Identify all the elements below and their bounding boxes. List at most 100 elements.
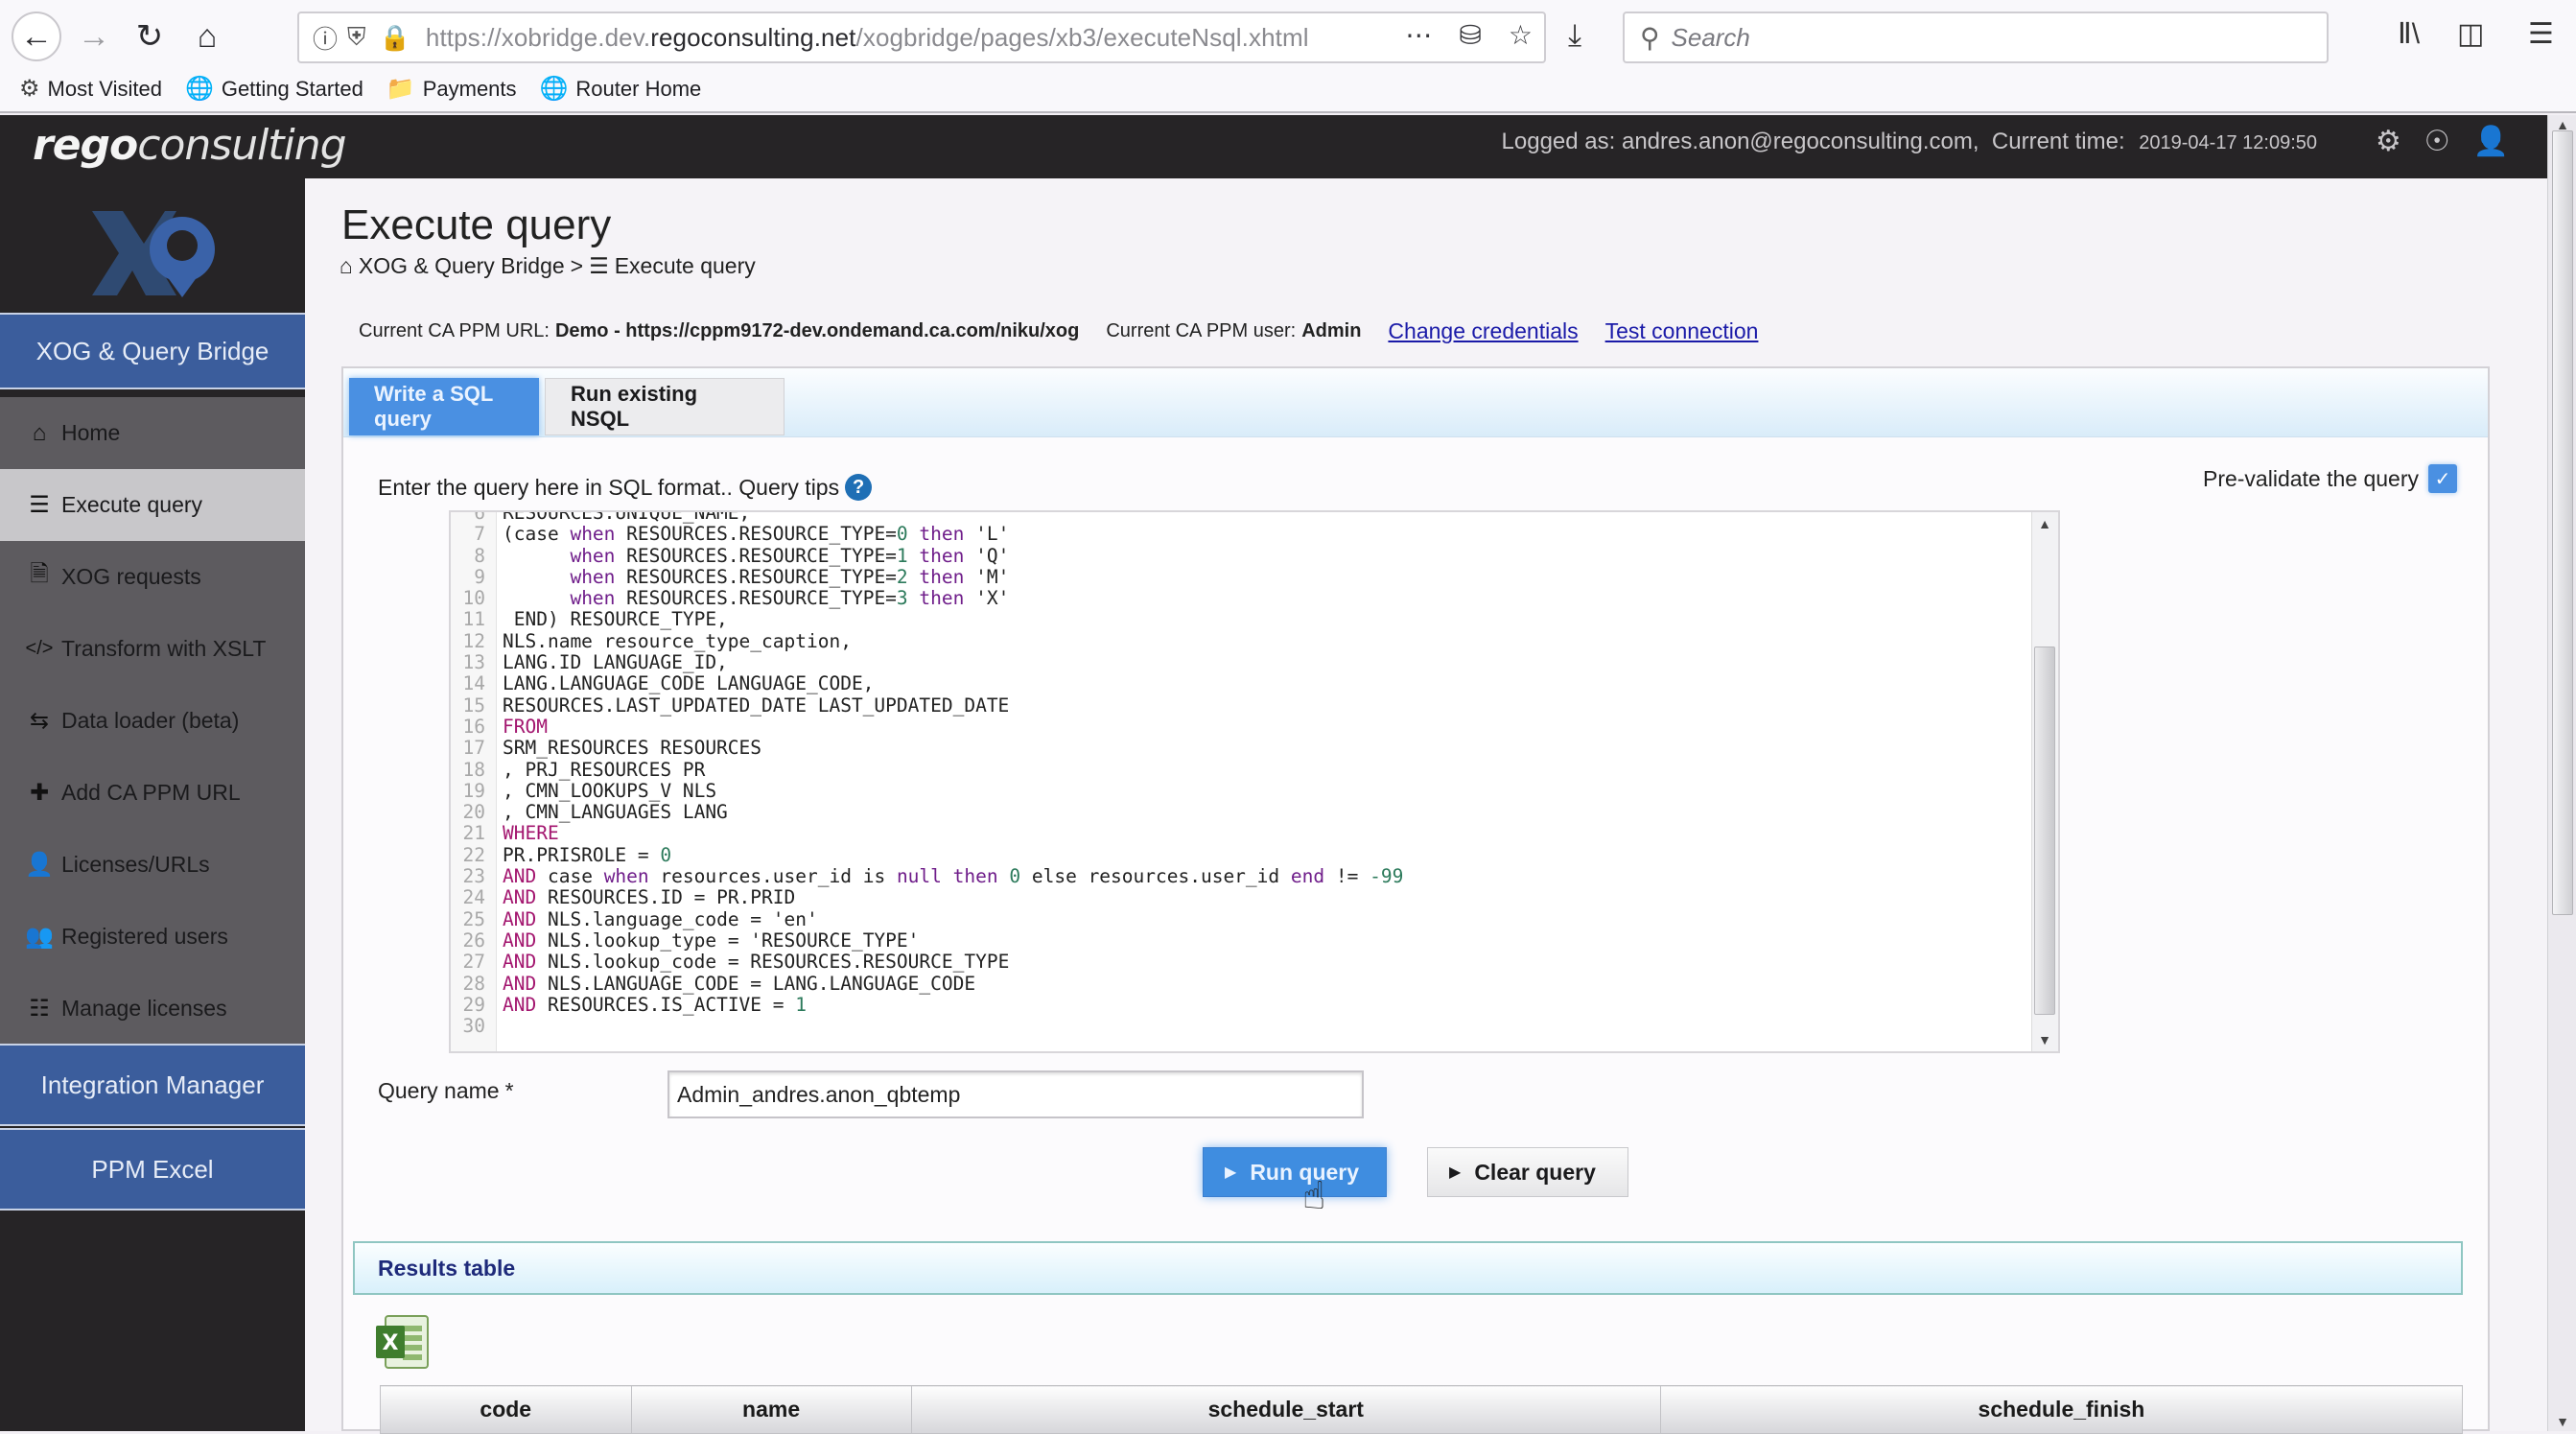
editor-scroll-thumb[interactable] (2034, 646, 2055, 1015)
page-scroll-thumb[interactable] (2552, 130, 2573, 915)
arrow-left-icon: ← (20, 17, 53, 55)
page-scrollbar[interactable]: ▲ ▼ (2547, 115, 2576, 1431)
results-title: Results table (378, 1255, 516, 1281)
sidebar-toggle-icon[interactable]: ◫ (2457, 17, 2484, 51)
url-prefix: https://xobridge.dev. (425, 22, 651, 52)
line-number: 29 (462, 993, 485, 1016)
code-text: AND NLS.lookup_code = RESOURCES.RESOURCE… (503, 951, 1010, 974)
required-marker: * (504, 1078, 514, 1103)
code-text: when RESOURCES.RESOURCE_TYPE=2 then 'M' (570, 565, 1010, 588)
brand-logo[interactable]: regoconsulting (33, 121, 347, 170)
sidebar-item-add-ca-ppm-url[interactable]: ✚ Add CA PPM URL (0, 757, 305, 829)
code-icon: </> (25, 638, 54, 659)
download-icon[interactable]: ⤓ (1568, 17, 1581, 54)
sidebar-section-integration-manager[interactable]: Integration Manager (0, 1044, 305, 1126)
tab-label: Write a SQL query (374, 382, 493, 431)
run-query-button[interactable]: ▶ Run query (1203, 1147, 1387, 1197)
sidebar-section-xog-query-bridge[interactable]: XOG & Query Bridge (0, 313, 305, 389)
sql-code[interactable]: 6 RESOURCES.UNIQUE_NAME, 7 (case when RESOU… (451, 510, 1404, 1037)
sidebar-item-data-loader[interactable]: ⇆ Data loader (beta) (0, 685, 305, 757)
code-text: PR.PRISROLE = 0 (503, 843, 672, 866)
address-bar[interactable]: ⓘ ⛨ 🔒 https://xobridge.dev.regoconsultin… (297, 12, 1546, 63)
tab-write-sql-query[interactable]: Write a SQL query (349, 378, 539, 435)
code-line: 15 RESOURCES.LAST_UPDATED_DATE LAST_UPDAT… (451, 694, 1403, 717)
help-lifebuoy-icon[interactable]: ☉ (2424, 125, 2450, 158)
test-connection-link[interactable]: Test connection (1605, 318, 1759, 344)
back-button[interactable]: ← (12, 12, 61, 61)
column-header[interactable]: name (630, 1385, 912, 1434)
code-text: LANG.ID LANGUAGE_ID, (503, 651, 728, 674)
scroll-down-icon[interactable]: ▼ (2548, 1414, 2576, 1429)
query-panel: Write a SQL query Run existing NSQL Ente… (341, 366, 2490, 1434)
sidebar-item-xog-requests[interactable]: 🗎 XOG requests (0, 541, 305, 613)
sidebar-section-ppm-excel[interactable]: PPM Excel (0, 1128, 305, 1211)
breadcrumb-root[interactable]: XOG & Query Bridge (359, 253, 565, 279)
line-number: 20 (462, 801, 485, 824)
clear-query-button[interactable]: ▶ Clear query (1427, 1147, 1628, 1197)
line-number: 6 (474, 510, 485, 524)
settings-gear-icon[interactable]: ⚙ (2376, 125, 2401, 158)
info-icon[interactable]: ⓘ (313, 20, 338, 56)
scroll-down-icon[interactable]: ▼ (2032, 1032, 2057, 1047)
sidebar-item-transform-xslt[interactable]: </> Transform with XSLT (0, 613, 305, 685)
more-actions-icon[interactable]: ⋯ (1405, 19, 1432, 51)
query-tabs: Write a SQL query Run existing NSQL (343, 368, 2488, 437)
line-number: 13 (462, 651, 485, 674)
editor-scrollbar[interactable]: ▲ ▼ (2031, 512, 2058, 1051)
tab-run-existing-nsql[interactable]: Run existing NSQL (545, 378, 785, 435)
sidebar-item-home[interactable]: ⌂ Home (0, 397, 305, 469)
browser-search[interactable]: ⚲ (1623, 12, 2329, 63)
xq-logo-icon (92, 211, 215, 297)
sidebar-item-licenses-urls[interactable]: 👤 Licenses/URLs (0, 829, 305, 901)
library-icon[interactable]: Ⅱ\ (2398, 17, 2420, 51)
code-text: WHERE (503, 822, 559, 845)
code-line: 30 (451, 1015, 1403, 1037)
column-header[interactable]: schedule_finish (1659, 1385, 2464, 1434)
code-line: 16 FROM (451, 715, 1403, 738)
prevalidate-checkbox[interactable]: ✓ (2428, 464, 2457, 493)
lock-icon[interactable]: 🔒 (380, 23, 410, 53)
change-credentials-link[interactable]: Change credentials (1388, 318, 1578, 344)
query-name-input[interactable] (667, 1070, 1364, 1118)
play-icon: ▶ (1449, 1164, 1462, 1181)
home-button[interactable]: ⌂ (182, 12, 232, 61)
scroll-up-icon[interactable]: ▲ (2032, 516, 2057, 531)
column-header[interactable]: code (380, 1385, 632, 1434)
forward-button[interactable]: → (69, 12, 119, 61)
bookmark-star-icon[interactable]: ☆ (1509, 19, 1533, 51)
svg-text:X: X (383, 1331, 399, 1355)
code-line: 10 when RESOURCES.RESOURCE_TYPE=3 then '… (451, 587, 1403, 609)
sql-editor[interactable]: 6 RESOURCES.UNIQUE_NAME, 7 (case when RESOU… (449, 510, 2060, 1053)
menu-icon[interactable]: ☰ (2528, 17, 2554, 51)
code-line: 29 AND RESOURCES.IS_ACTIVE = 1 (451, 993, 1403, 1016)
browser-search-input[interactable] (1671, 22, 2247, 53)
shield-icon[interactable]: ⛨ (347, 22, 366, 53)
column-header[interactable]: schedule_start (910, 1385, 1661, 1434)
globe-icon: 🌐 (184, 76, 214, 102)
line-number: 18 (462, 758, 485, 781)
breadcrumb: ⌂ XOG & Query Bridge > ☰ Execute query (340, 253, 756, 279)
bookmark-router-home[interactable]: 🌐 Router Home (540, 75, 702, 103)
sidebar-item-label: Home (61, 420, 121, 445)
sidebar-item-execute-query[interactable]: ☰ Execute query (0, 469, 305, 541)
line-number: 16 (462, 715, 485, 738)
query-name-label: Query name * (378, 1078, 514, 1104)
brand-bold: rego (33, 121, 138, 170)
excel-export-icon[interactable]: X (372, 1312, 433, 1372)
bookmark-payments[interactable]: 📁 Payments (386, 75, 517, 103)
line-number: 11 (462, 608, 485, 631)
reload-button[interactable]: ↻ (125, 12, 175, 61)
database-icon: ☰ (29, 492, 50, 518)
pocket-icon[interactable]: ⛁ (1459, 19, 1481, 51)
question-help-icon[interactable]: ? (845, 474, 873, 501)
current-time-label: Current time: (1991, 129, 2125, 154)
sidebar-section-label: Integration Manager (40, 1070, 265, 1099)
code-text: AND RESOURCES.IS_ACTIVE = 1 (503, 993, 808, 1016)
url-text[interactable]: https://xobridge.dev.regoconsulting.net/… (426, 23, 1309, 53)
user-profile-icon[interactable]: 👤 (2473, 125, 2509, 158)
current-time-value: 2019-04-17 12:09:50 (2139, 132, 2317, 153)
sidebar-item-manage-licenses[interactable]: ☷ Manage licenses (0, 973, 305, 1045)
bookmark-getting-started[interactable]: 🌐 Getting Started (185, 75, 363, 103)
bookmark-most-visited[interactable]: ⚙ Most Visited (19, 75, 162, 103)
sidebar-item-registered-users[interactable]: 👥 Registered users (0, 901, 305, 973)
